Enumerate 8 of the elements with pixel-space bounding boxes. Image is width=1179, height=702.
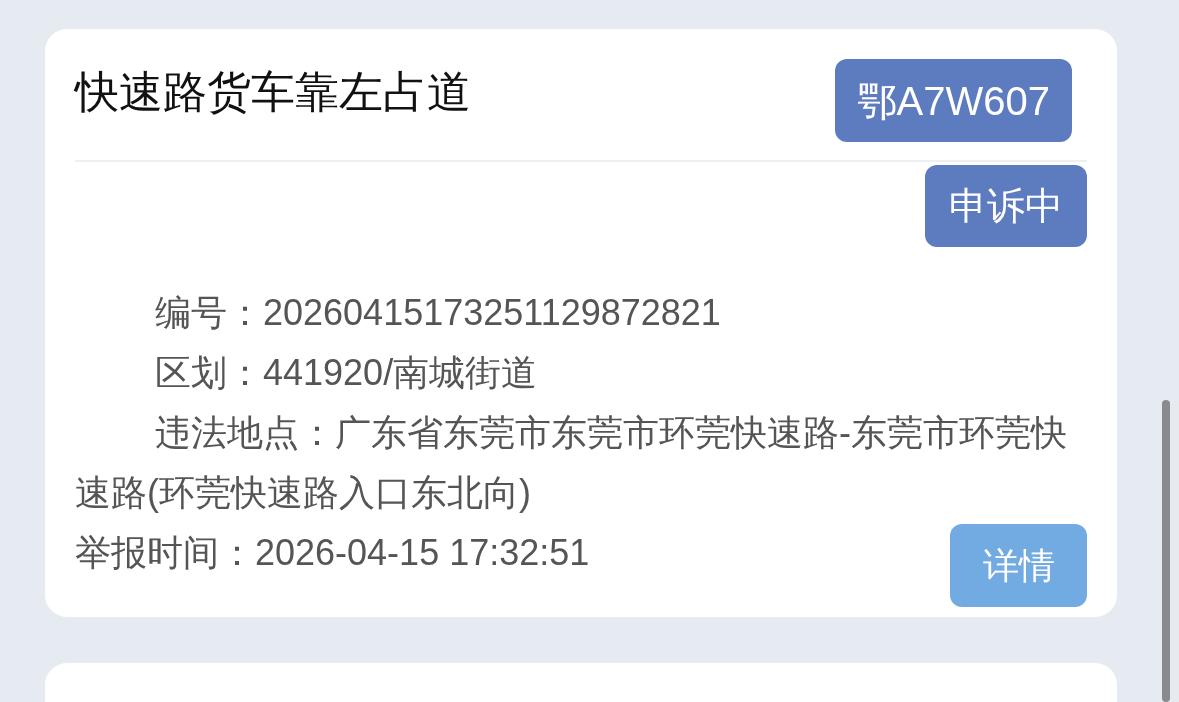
info-line: 编号：20260415173251129872821 (154, 291, 722, 335)
info-line: 违法地点：广东省东莞市东莞市环莞快速路-东莞市环莞快速路(环莞快速路入口东北向) (75, 411, 1068, 515)
details-button[interactable]: 详情 (950, 524, 1087, 607)
info-line: 举报时间：2026-04-15 17:32:51 (75, 531, 590, 575)
card-title: 快速路货车靠左占道 (75, 66, 471, 118)
info-line: 区划：441920/南城街道 (154, 351, 539, 395)
status-badge: 申诉中 (925, 165, 1087, 247)
plate-badge: 鄂A7W607 (834, 59, 1072, 142)
